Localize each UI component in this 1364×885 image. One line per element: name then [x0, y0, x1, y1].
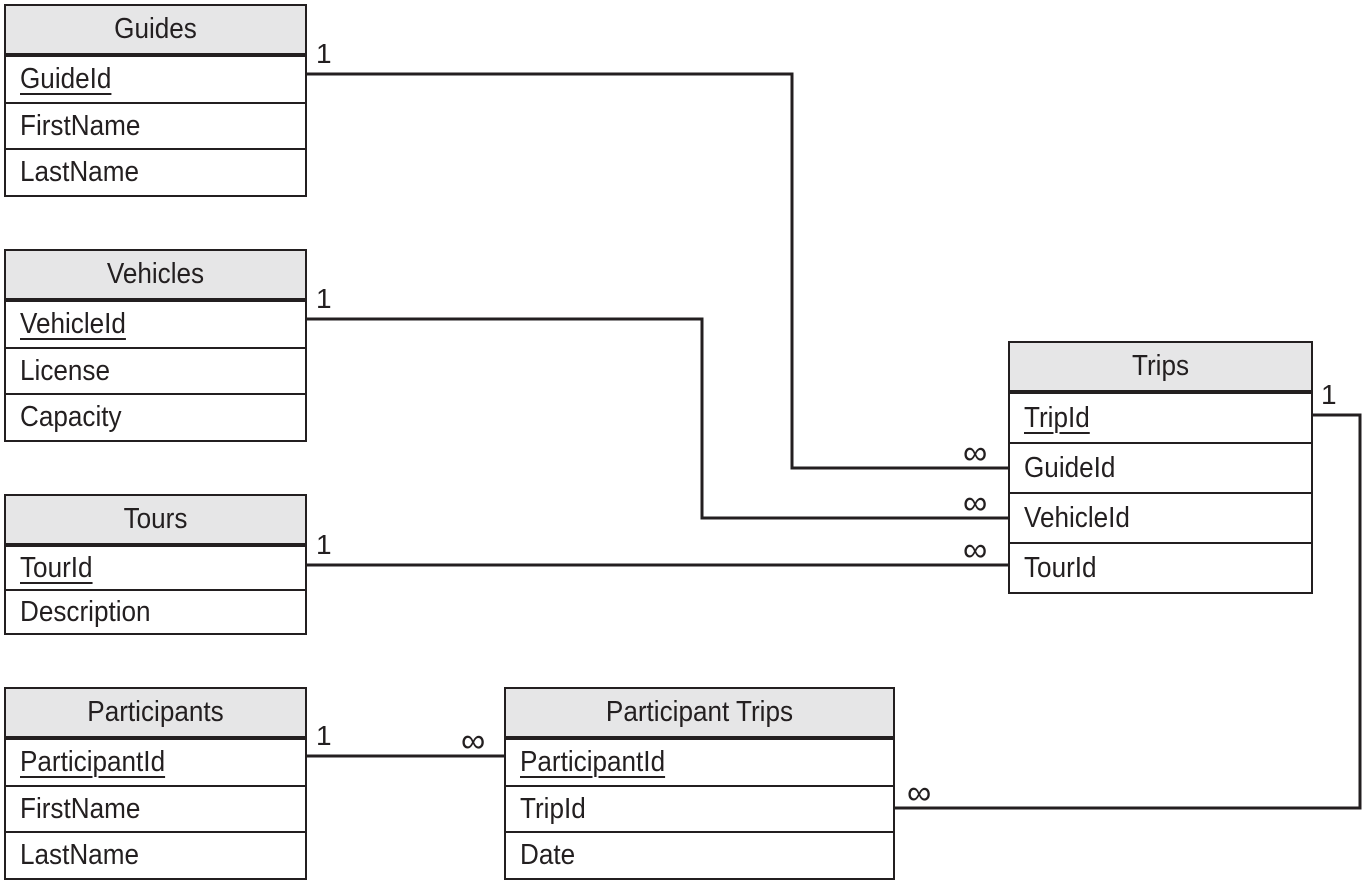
cardinality-many: ∞ — [963, 434, 988, 472]
field-label: GuideId — [20, 62, 112, 95]
field-label: License — [20, 354, 110, 387]
table-title: Guides — [20, 6, 291, 53]
table-title: Trips — [1025, 343, 1296, 390]
field-label: FirstName — [20, 792, 141, 825]
cardinality-one: 1 — [316, 38, 332, 69]
field-label: GuideId — [1024, 451, 1116, 484]
table-header: Vehicles — [6, 251, 305, 300]
table-participants: Participants ParticipantId FirstName LastNa… — [4, 687, 307, 880]
cardinality-one: 1 — [1321, 379, 1337, 410]
field: Capacity — [6, 393, 305, 440]
field: LastName — [6, 148, 305, 195]
table-header: Guides — [6, 6, 305, 55]
field-label: LastName — [20, 839, 139, 872]
field-label: TourId — [1024, 551, 1097, 584]
field-label: Description — [20, 595, 151, 628]
table-participant-trips: Participant Trips ParticipantId TripId Date — [504, 687, 895, 880]
field-label: TripId — [520, 792, 586, 825]
field: VehicleId — [1010, 492, 1311, 542]
primary-key-field: VehicleId — [6, 300, 305, 347]
cardinality-one: 1 — [316, 283, 332, 314]
relationship-line — [307, 72, 1008, 470]
field: Description — [6, 589, 305, 633]
field-label: ParticipantId — [520, 745, 666, 778]
cardinality-many: ∞ — [907, 774, 932, 812]
table-title: Participants — [20, 689, 291, 736]
primary-key-field: ParticipantId — [6, 738, 305, 785]
field-label: FirstName — [20, 109, 141, 142]
cardinality-many: ∞ — [963, 531, 988, 569]
field-label: TripId — [1024, 401, 1090, 434]
field-label: Capacity — [20, 401, 122, 434]
primary-key-field: TourId — [6, 545, 305, 589]
relationship-line — [307, 317, 1008, 520]
table-tours: Tours TourId Description — [4, 494, 307, 635]
table-title: Participant Trips — [525, 689, 874, 736]
field-label: TourId — [20, 551, 93, 584]
table-vehicles: Vehicles VehicleId License Capacity — [4, 249, 307, 442]
primary-key-field: TripId — [1010, 392, 1311, 442]
field: GuideId — [1010, 442, 1311, 492]
table-title: Vehicles — [20, 251, 291, 298]
field: TripId — [506, 784, 893, 832]
table-header: Participants — [6, 689, 305, 738]
cardinality-many: ∞ — [461, 722, 486, 760]
table-title: Tours — [20, 496, 291, 543]
cardinality-many: ∞ — [963, 484, 988, 522]
table-header: Tours — [6, 496, 305, 545]
field: TourId — [1010, 542, 1311, 592]
cardinality-one: 1 — [316, 720, 332, 751]
cardinality-one: 1 — [316, 529, 332, 560]
field: License — [6, 346, 305, 394]
field: FirstName — [6, 101, 305, 149]
field-label: VehicleId — [20, 307, 126, 340]
table-trips: Trips TripId GuideId VehicleId TourId — [1008, 341, 1313, 594]
field-label: LastName — [20, 156, 139, 189]
field-label: ParticipantId — [20, 745, 166, 778]
field-label: Date — [520, 839, 576, 872]
table-guides: Guides GuideId FirstName LastName — [4, 4, 307, 197]
table-header: Trips — [1010, 343, 1311, 392]
field: Date — [506, 831, 893, 878]
field: LastName — [6, 831, 305, 878]
primary-key-field: ParticipantId — [506, 738, 893, 785]
field-label: VehicleId — [1024, 501, 1130, 534]
primary-key-field: GuideId — [6, 55, 305, 102]
field: FirstName — [6, 784, 305, 832]
table-header: Participant Trips — [506, 689, 893, 738]
